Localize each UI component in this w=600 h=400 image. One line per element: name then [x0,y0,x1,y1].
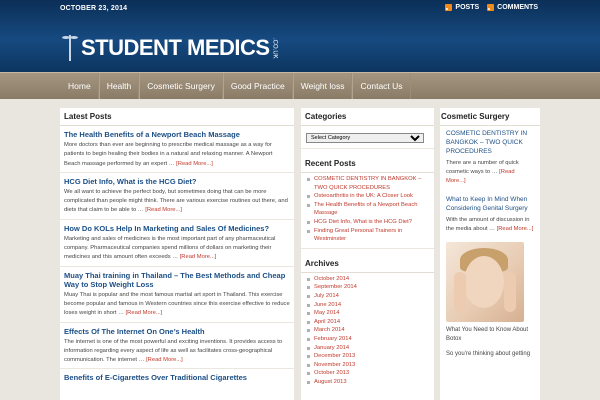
post-title[interactable]: Benefits of E-Cigarettes Over Traditiona… [64,373,290,382]
read-more-link[interactable]: [Read More...] [145,207,182,213]
site-header: OCTOBER 23, 2014 POSTS COMMENTS STUDENT … [0,0,600,72]
read-more-link[interactable]: [Read More...] [497,226,534,232]
nav-cosmetic-surgery[interactable]: Cosmetic Surgery [139,73,223,99]
recent-post-link[interactable]: HCG Diet Info, What is the HCG Diet? [305,218,430,227]
post-excerpt: More doctors than ever are beginning to … [64,142,273,167]
post-excerpt: Muay Thai is popular and the most famous… [64,291,290,317]
list-item: HCG Diet Info, What is the HCG Diet? We … [60,173,294,220]
list-item: Benefits of E-Cigarettes Over Traditiona… [60,369,294,387]
archive-link[interactable]: May 2014 [305,309,430,318]
cosmetic-surgery-title: Cosmetic Surgery [440,108,540,126]
archive-link[interactable]: January 2014 [305,344,430,353]
rss-icon [445,4,453,11]
rss-icon [487,4,495,11]
nav-weight-loss[interactable]: Weight loss [292,73,353,99]
latest-posts-column: Latest Posts The Health Benefits of a Ne… [60,108,294,400]
logo-tld: .CO.UK [271,37,278,59]
recent-post-link[interactable]: The Health Benefits of a Newport Beach M… [305,201,430,218]
category-select[interactable]: Select Category [306,133,424,143]
recent-post-link[interactable]: Osteoarthritis in the UK: A Closer Look [305,192,430,201]
list-item: The Health Benefits of a Newport Beach M… [60,126,294,173]
recent-posts-widget: Recent Posts COSMETIC DENTISTRY IN BANGK… [301,155,434,249]
archive-link[interactable]: August 2013 [305,378,430,387]
current-date: OCTOBER 23, 2014 [60,5,128,12]
list-item: Effects Of The Internet On One’s Health … [60,323,294,370]
botox-article-image[interactable] [446,242,524,322]
categories-widget: Categories Select Category [301,108,434,149]
main-navigation: Home Health Cosmetic Surgery Good Practi… [0,72,600,99]
archive-link[interactable]: December 2013 [305,352,430,361]
cosmetic-surgery-sidebar: Cosmetic Surgery COSMETIC DENTISTRY IN B… [440,108,540,400]
list-item: What to Keep In Mind When Considering Ge… [440,192,540,236]
read-more-link[interactable]: [Read More...] [176,161,213,167]
nav-health[interactable]: Health [98,73,140,99]
list-item: COSMETIC DENTISTRY IN BANGKOK – TWO QUIC… [440,126,540,188]
latest-posts-title: Latest Posts [60,108,294,126]
side-post-title[interactable]: What to Keep In Mind When Considering Ge… [446,195,535,213]
post-title[interactable]: HCG Diet Info, What is the HCG Diet? [64,177,290,186]
archives-widget: Archives October 2014 September 2014 Jul… [301,255,434,391]
post-title[interactable]: How Do KOLs Help In Marketing and Sales … [64,224,290,233]
archive-link[interactable]: October 2013 [305,369,430,378]
middle-sidebar: Categories Select Category Recent Posts … [301,108,434,400]
site-logo[interactable]: STUDENT MEDICS .CO.UK [62,30,278,66]
read-more-link[interactable]: [Read More...] [126,310,163,316]
post-title[interactable]: Effects Of The Internet On One’s Health [64,327,290,336]
nav-home[interactable]: Home [61,73,99,99]
recent-post-link[interactable]: COSMETIC DENTISTRY IN BANGKOK – TWO QUIC… [305,175,430,192]
post-title[interactable]: Muay Thai training in Thailand – The Bes… [64,271,290,289]
side-post-excerpt: So you’re thinking about getting [446,351,531,357]
archive-link[interactable]: April 2014 [305,318,430,327]
archive-link[interactable]: September 2014 [305,283,430,292]
archive-link[interactable]: June 2014 [305,301,430,310]
posts-feed-label: POSTS [455,4,480,11]
archives-title: Archives [301,255,434,273]
comments-feed-label: COMMENTS [497,4,538,11]
post-excerpt: Marketing and sales of medicines is the … [64,235,276,261]
recent-posts-title: Recent Posts [301,155,434,173]
side-post-title[interactable]: COSMETIC DENTISTRY IN BANGKOK – TWO QUIC… [446,129,535,156]
recent-post-link[interactable]: Finding Great Personal Trainers in Westm… [305,227,430,244]
nav-good-practice[interactable]: Good Practice [222,73,293,99]
comments-feed-link[interactable]: COMMENTS [487,4,538,11]
categories-title: Categories [301,108,434,126]
nav-contact-us[interactable]: Contact Us [352,73,411,99]
image-caption-link[interactable]: What You Need to Know About Botox [440,326,540,344]
list-item: How Do KOLs Help In Marketing and Sales … [60,220,294,267]
archive-link[interactable]: July 2014 [305,292,430,301]
archive-link[interactable]: October 2014 [305,275,430,284]
post-title[interactable]: The Health Benefits of a Newport Beach M… [64,130,290,139]
read-more-link[interactable]: [Read More...] [146,357,183,363]
archive-link[interactable]: February 2014 [305,335,430,344]
archive-link[interactable]: March 2014 [305,326,430,335]
logo-text: STUDENT MEDICS [81,35,270,60]
posts-feed-link[interactable]: POSTS [445,4,479,11]
feed-links: POSTS COMMENTS [445,4,538,11]
archive-link[interactable]: November 2013 [305,361,430,370]
caduceus-icon [62,33,78,63]
list-item: Muay Thai training in Thailand – The Bes… [60,267,294,323]
read-more-link[interactable]: [Read More...] [180,254,217,260]
